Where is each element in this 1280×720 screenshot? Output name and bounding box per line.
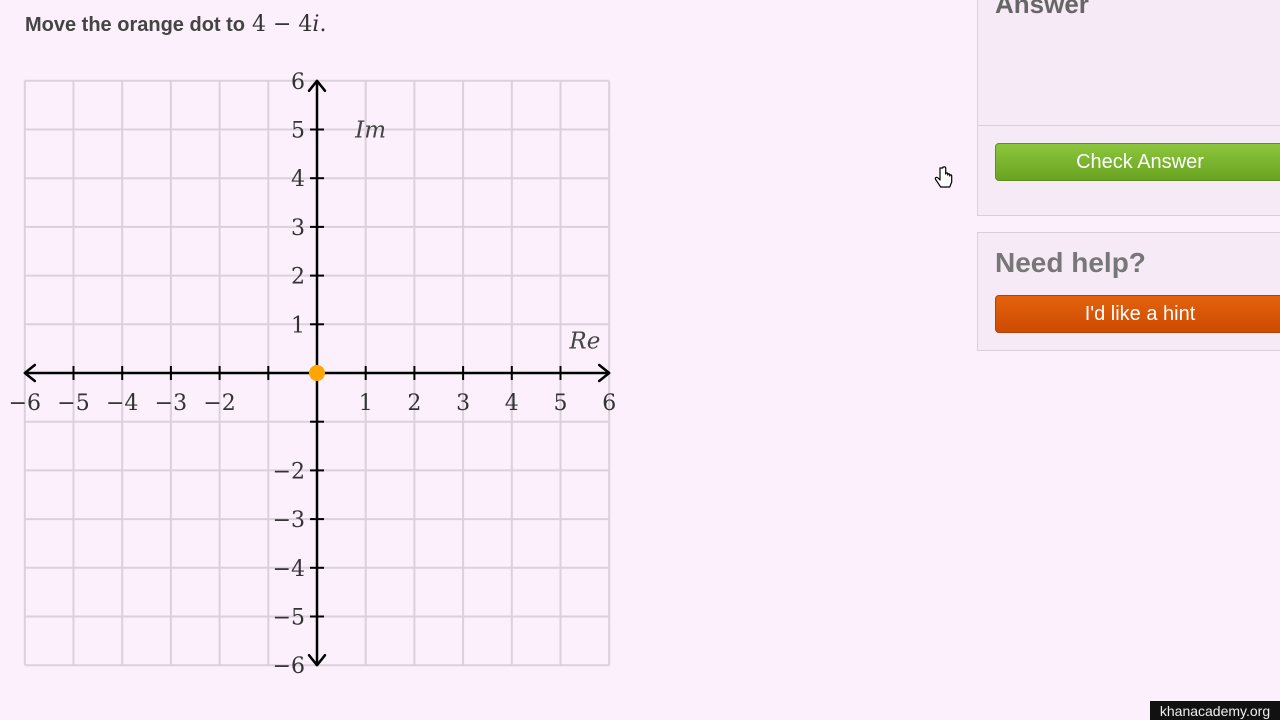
- x-tick-label: −2: [203, 391, 235, 416]
- x-tick-label: 4: [505, 391, 519, 416]
- y-tick-label: −4: [273, 557, 305, 582]
- y-tick-label: 6: [291, 70, 305, 95]
- real-axis-label: Re: [568, 329, 600, 355]
- help-title: Need help?: [995, 247, 1146, 278]
- x-tick-label: 6: [602, 391, 616, 416]
- y-tick-label: 4: [291, 167, 305, 192]
- x-tick-label: −6: [9, 391, 41, 416]
- x-tick-label: −5: [57, 391, 89, 416]
- answer-panel: Answer Check Answer: [977, 0, 1280, 216]
- real-axis-tick-labels: −6 −5 −4 −3 −2 1 2 3 4 5 6: [9, 391, 617, 416]
- y-tick-label: −3: [273, 508, 305, 533]
- x-tick-label: −3: [155, 391, 187, 416]
- x-tick-label: −4: [106, 391, 138, 416]
- imag-axis-tick-labels: 6 5 4 3 2 1 −2 −3 −4 −5 −6: [273, 70, 305, 679]
- y-tick-label: −6: [273, 654, 305, 679]
- help-panel: Need help? I'd like a hint: [977, 232, 1280, 351]
- x-tick-label: 1: [359, 391, 373, 416]
- hand-pointer-icon: [934, 166, 953, 188]
- answer-title: Answer: [995, 0, 1089, 19]
- y-tick-label: 5: [291, 119, 305, 144]
- check-answer-button[interactable]: Check Answer: [995, 143, 1280, 181]
- y-tick-label: 2: [291, 265, 305, 290]
- y-tick-label: −5: [273, 606, 305, 631]
- x-tick-label: 3: [456, 391, 470, 416]
- x-tick-label: 5: [554, 391, 568, 416]
- y-tick-label: 1: [291, 313, 305, 338]
- y-tick-label: 3: [291, 216, 305, 241]
- hint-button[interactable]: I'd like a hint: [995, 295, 1280, 333]
- y-tick-label: −2: [273, 459, 305, 484]
- watermark: khanacademy.org: [1150, 701, 1280, 720]
- orange-dot[interactable]: [309, 365, 325, 381]
- imag-axis-label: Im: [354, 118, 386, 144]
- complex-plane-graph[interactable]: −6 −5 −4 −3 −2 1 2 3 4 5 6 6 5 4 3 2 1 −2 −3 −4 −5 −6 Re Im: [0, 0, 640, 700]
- x-tick-label: 2: [407, 391, 421, 416]
